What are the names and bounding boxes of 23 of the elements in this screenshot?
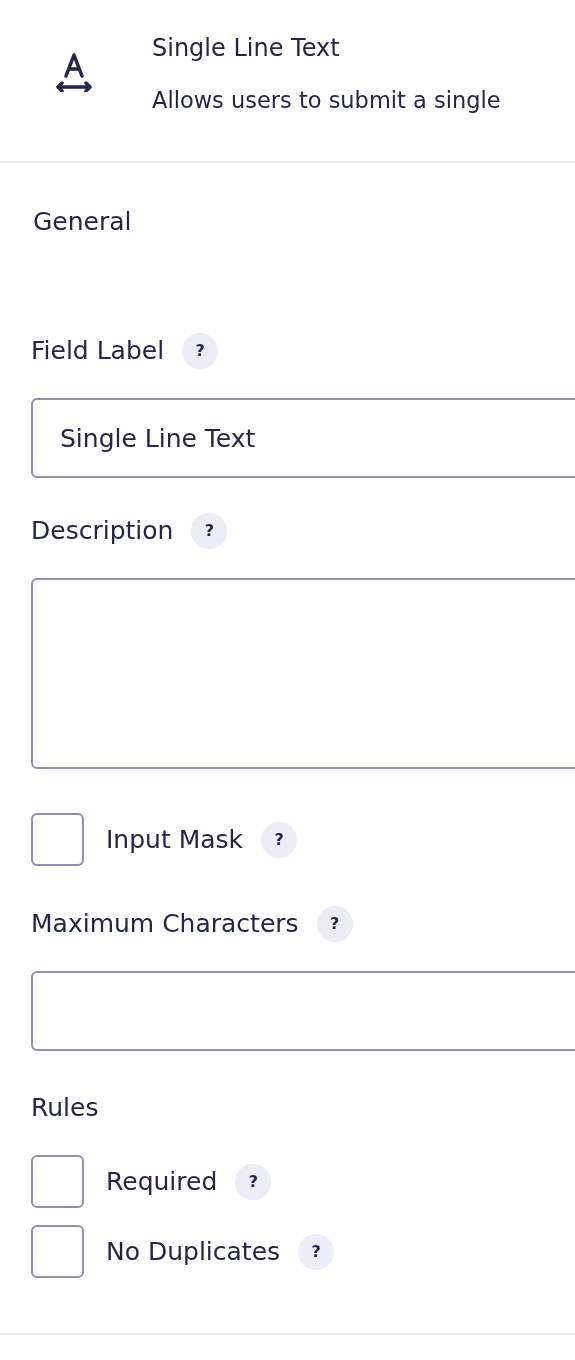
checkbox-label: No Duplicates [106, 1235, 281, 1268]
field-label: Description [31, 515, 174, 547]
field-label: Field Label [31, 335, 165, 367]
help-badge[interactable]: ? [191, 513, 228, 549]
help-badge[interactable]: ? [298, 1233, 335, 1270]
checkbox-label: Required [106, 1165, 218, 1198]
help-badge[interactable]: ? [261, 821, 298, 858]
help-badge[interactable]: ? [182, 333, 219, 369]
textarea-field[interactable] [31, 578, 575, 769]
checkbox[interactable] [31, 1155, 84, 1208]
checkbox[interactable] [31, 1225, 84, 1278]
text-input-field[interactable] [31, 971, 575, 1051]
field-label: Maximum Characters [31, 908, 299, 940]
text-input-field[interactable]: Single Line Text [31, 398, 575, 478]
checkbox[interactable] [31, 813, 84, 866]
help-badge[interactable]: ? [316, 906, 353, 942]
field-type-title: Single Line Text [152, 33, 341, 64]
field-type-description: Allows users to submit a single [152, 86, 501, 115]
checkbox-label: Input Mask [106, 823, 244, 856]
text-width-icon [55, 52, 93, 92]
help-badge[interactable]: ? [235, 1163, 272, 1200]
rules-heading: Rules [31, 1092, 100, 1124]
section-title: General [33, 207, 133, 237]
